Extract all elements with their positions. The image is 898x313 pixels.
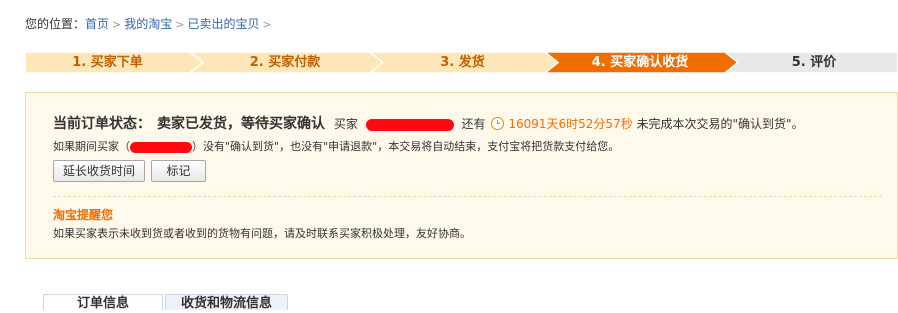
order-progress-steps: 1. 买家下单 2. 买家付款 3. 发货 4. 买家确认收货 5. 评价 (25, 52, 898, 73)
still-label: 还有 (461, 117, 486, 131)
breadcrumb-separator: > (175, 18, 185, 31)
mark-button[interactable]: 标记 (151, 160, 206, 182)
order-status-panel: 当前订单状态： 卖家已发货，等待买家确认 买家 还有 16091天6时52分57秒… (25, 92, 898, 259)
notice-suffix: ）没有"确认到货"，也没有"申请退款"，本交易将自动结束，支付宝将把货款支付给您… (192, 140, 620, 153)
breadcrumb-link-my-taobao[interactable]: 我的淘宝 (124, 17, 172, 31)
step-4-label: 4. 买家确认收货 (591, 55, 689, 70)
breadcrumb-separator: > (112, 18, 122, 31)
redacted-buyer-id (130, 141, 192, 153)
extend-receipt-time-button[interactable]: 延长收货时间 (53, 160, 145, 182)
redacted-buyer-name (365, 118, 454, 131)
step-3-label: 3. 发货 (440, 55, 485, 70)
status-suffix: 未完成本次交易的"确认到货"。 (636, 117, 804, 131)
step-1-label: 1. 买家下单 (72, 55, 143, 70)
status-title: 当前订单状态： (53, 116, 151, 132)
breadcrumb-label: 您的位置： (25, 17, 86, 31)
breadcrumb-link-home[interactable]: 首页 (85, 17, 109, 31)
status-text: 卖家已发货，等待买家确认 (157, 116, 325, 132)
auto-close-notice: 如果期间买家（ ）没有"确认到货"，也没有"申请退款"，本交易将自动结束，支付宝将… (53, 138, 619, 154)
buyer-label: 买家 (333, 117, 358, 131)
step-2-label: 2. 买家付款 (249, 55, 321, 70)
countdown-timer: 16091天6时52分57秒 (508, 117, 633, 131)
step-5-label: 5. 评价 (791, 55, 837, 70)
notice-prefix: 如果期间买家（ (53, 140, 130, 153)
breadcrumb: 您的位置：首页 > 我的淘宝 > 已卖出的宝贝 > (25, 15, 275, 32)
tab-order-info[interactable]: 订单信息 (43, 294, 163, 311)
breadcrumb-link-sold-items[interactable]: 已卖出的宝贝 (187, 17, 259, 31)
tab-shipping-logistics[interactable]: 收货和物流信息 (165, 294, 288, 311)
taobao-reminder-title: 淘宝提醒您 (53, 208, 114, 222)
status-line: 当前订单状态： 卖家已发货，等待买家确认 买家 还有 16091天6时52分57秒… (53, 113, 804, 133)
taobao-reminder-text: 如果买家表示未收到货或者收到的货物有问题，请及时联系买家积极处理，友好协商。 (53, 227, 471, 240)
divider (53, 196, 882, 197)
clock-icon (491, 117, 505, 130)
breadcrumb-separator: > (262, 18, 272, 31)
